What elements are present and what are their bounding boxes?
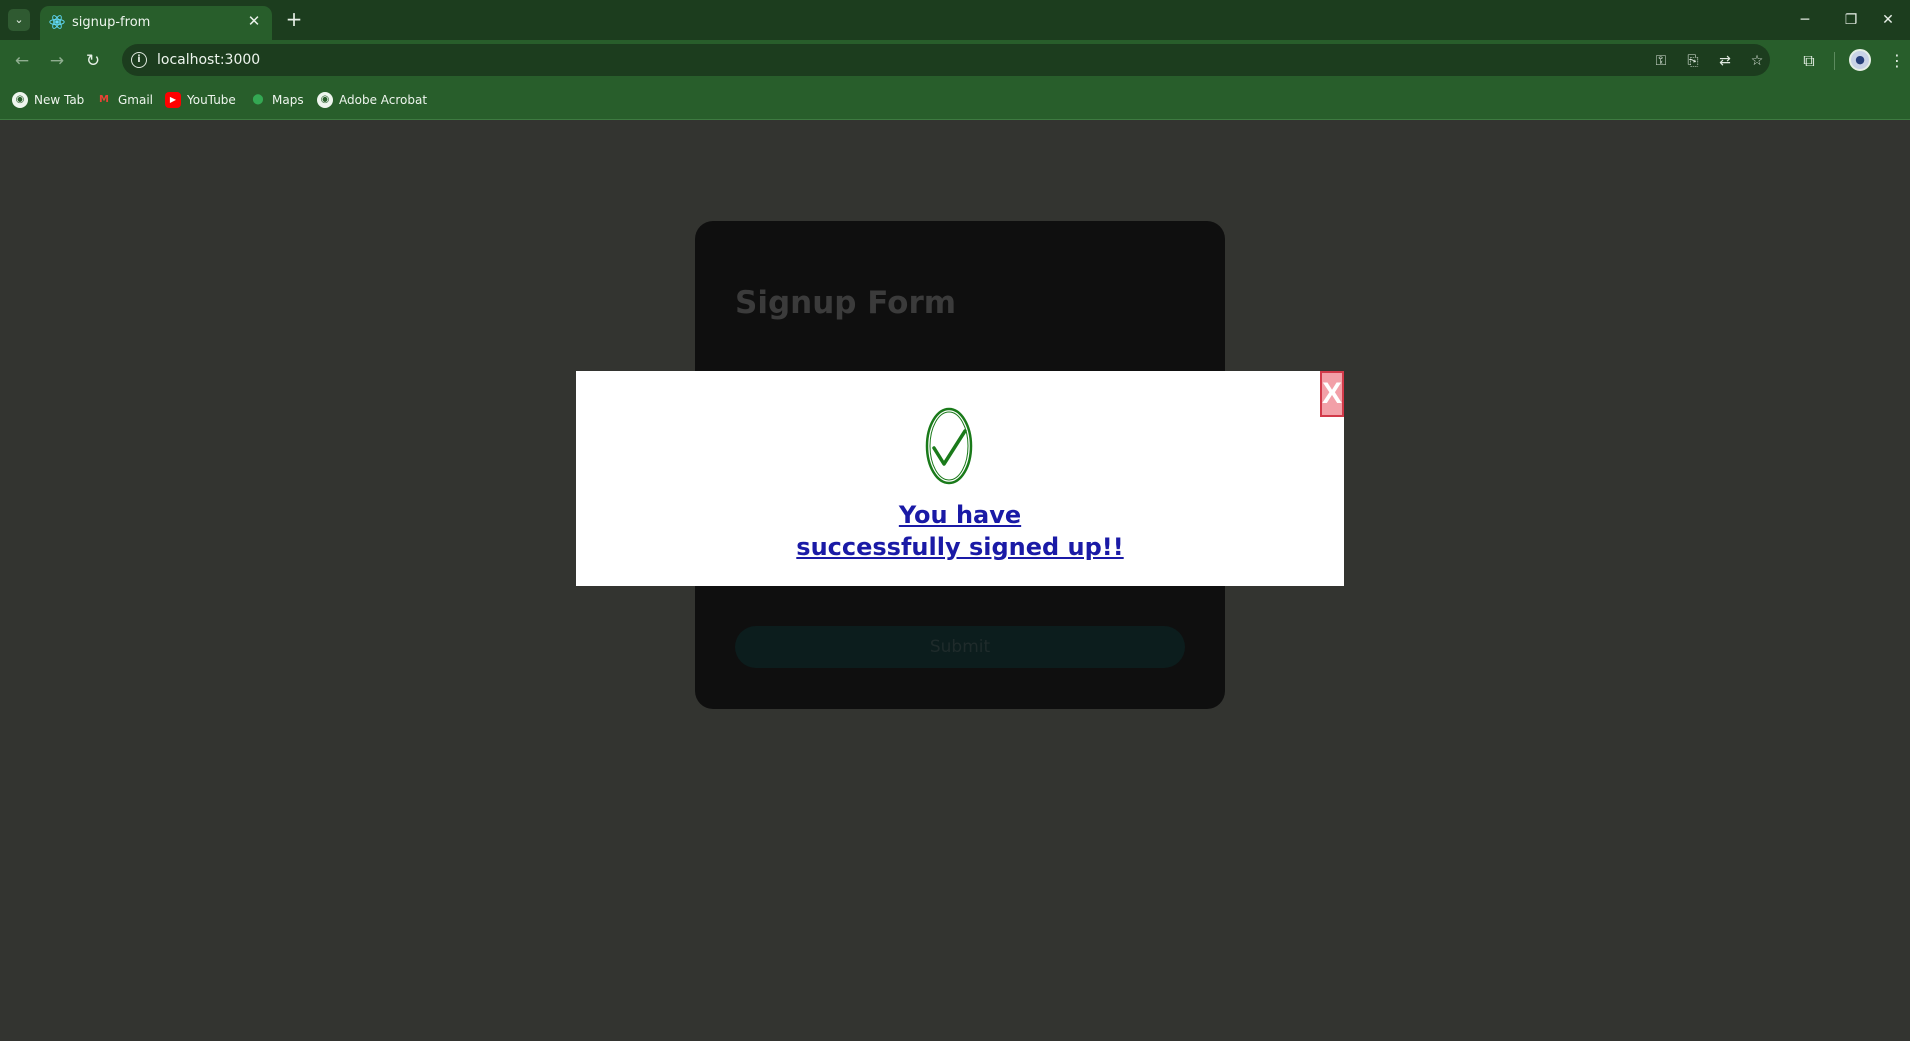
tab-active[interactable]: signup-from ✕: [40, 6, 272, 40]
window-close-icon[interactable]: ✕: [1866, 6, 1910, 34]
bookmark-label: YouTube: [187, 93, 236, 107]
submit-button[interactable]: Submit: [735, 626, 1185, 668]
bookmark-label: Maps: [272, 93, 304, 107]
site-info-icon[interactable]: i: [131, 52, 147, 68]
minimize-icon[interactable]: ─: [1783, 6, 1827, 34]
bookmarks-bar: ◉ New Tab M Gmail ▶ YouTube ⬤ Maps ◉ Ado…: [0, 80, 1910, 120]
react-icon: [49, 15, 65, 29]
youtube-icon: ▶: [165, 92, 181, 108]
globe-icon: ◉: [12, 92, 28, 108]
reload-icon[interactable]: ↻: [80, 48, 106, 74]
tab-search-icon[interactable]: ⌄: [8, 9, 30, 31]
page-content: Signup Form Submit X You have successful…: [0, 121, 1910, 1041]
menu-kebab-icon[interactable]: ⋮: [1884, 48, 1910, 74]
success-message-line-1: You have: [898, 501, 1022, 529]
modal-close-button[interactable]: X: [1320, 371, 1344, 417]
install-app-icon[interactable]: ⎘: [1682, 50, 1704, 72]
success-message: You have successfully signed up!!: [576, 499, 1344, 563]
tab-strip: ⌄ signup-from ✕ + ─ ❐ ✕: [0, 0, 1910, 40]
gmail-icon: M: [99, 94, 109, 105]
toolbar-divider: [1834, 52, 1835, 70]
maps-icon: ⬤: [252, 94, 264, 105]
bookmark-youtube[interactable]: ▶ YouTube: [165, 90, 236, 110]
success-message-line-2: successfully signed up!!: [796, 533, 1124, 561]
extensions-icon[interactable]: ⧉: [1796, 48, 1822, 74]
globe-icon: ◉: [317, 92, 333, 108]
bookmark-label: New Tab: [34, 93, 85, 107]
tab-close-icon[interactable]: ✕: [244, 11, 264, 31]
back-icon[interactable]: ←: [9, 48, 35, 74]
bookmark-label: Gmail: [118, 93, 154, 107]
url-text: localhost:3000: [157, 52, 261, 68]
bookmark-label: Adobe Acrobat: [339, 93, 428, 107]
tab-title: signup-from: [72, 15, 151, 30]
bookmark-star-icon[interactable]: ☆: [1746, 50, 1768, 72]
bookmark-new-tab[interactable]: ◉ New Tab: [12, 90, 84, 110]
bookmark-maps[interactable]: ⬤ Maps: [250, 90, 304, 110]
translate-icon[interactable]: ⇄: [1714, 50, 1736, 72]
success-modal: X You have successfully signed up!!: [576, 371, 1344, 586]
profile-avatar[interactable]: ●: [1849, 49, 1871, 71]
new-tab-button[interactable]: +: [282, 8, 306, 32]
bookmark-gmail[interactable]: M Gmail: [96, 90, 153, 110]
forward-icon[interactable]: →: [44, 48, 70, 74]
checkmark-icon: [925, 407, 973, 485]
browser-toolbar: ← → ↻ i localhost:3000 ⚿ ⎘ ⇄ ☆ ⧉ ● ⋮: [0, 40, 1910, 80]
bookmark-adobe-acrobat[interactable]: ◉ Adobe Acrobat: [317, 90, 427, 110]
password-key-icon[interactable]: ⚿: [1650, 50, 1672, 72]
form-title: Signup Form: [735, 285, 957, 321]
address-bar[interactable]: i localhost:3000 ⚿ ⎘ ⇄ ☆: [122, 44, 1770, 76]
